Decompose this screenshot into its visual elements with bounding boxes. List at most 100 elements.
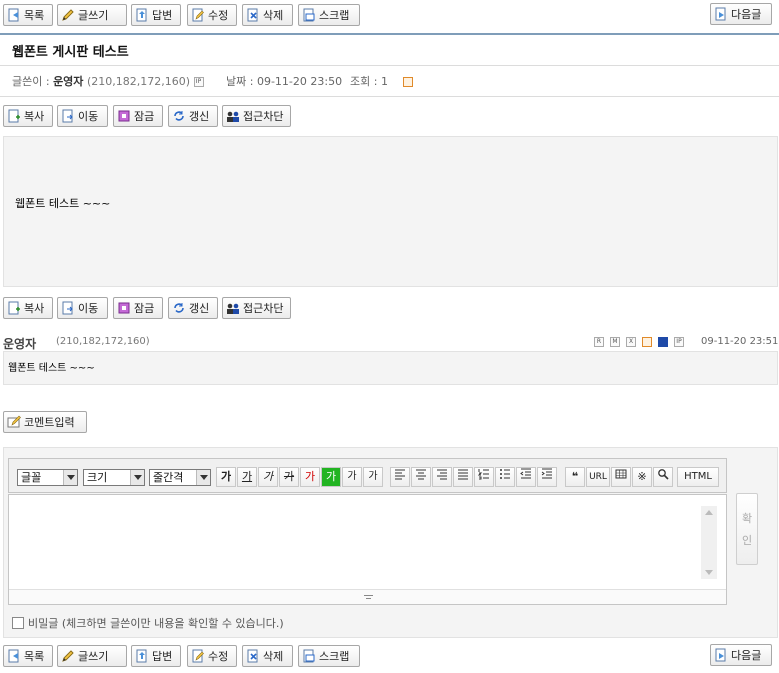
post-views: 1 [380,75,388,88]
lock-button[interactable]: 잠금 [113,105,163,127]
block-user-icon[interactable] [658,337,668,347]
copy-icon [7,109,21,123]
ordered-list-button[interactable] [474,467,494,487]
unordered-list-icon [500,469,510,479]
block-users-icon [226,301,240,315]
scrap-icon [302,649,316,663]
alarm-icon[interactable] [642,337,652,347]
move-button[interactable]: 이동 [57,105,108,127]
comment-content: 웹폰트 테스트 ~~~ [8,363,95,374]
delete-icon [246,649,260,663]
refresh-icon [172,109,186,123]
list-icon [7,649,21,663]
outdent-button[interactable] [516,467,536,487]
font-color-button[interactable]: 가 [300,467,320,487]
table-button[interactable] [611,467,631,487]
secret-checkbox[interactable] [12,617,24,629]
copy-button[interactable]: 복사 [3,297,53,319]
delete-comment-icon[interactable]: X [626,337,636,347]
resize-handle[interactable] [9,589,726,604]
scrap-icon [302,8,316,22]
bold-button[interactable]: 가 [216,467,236,487]
pencil-icon [61,649,75,663]
comment-body [3,351,778,385]
next-post-button[interactable]: 다음글 [710,644,772,666]
chevron-down-icon [63,470,77,485]
comment-textarea[interactable] [8,494,727,605]
comment-date: 09-11-20 23:51 [701,336,779,347]
quote-button[interactable]: ❝ [565,467,585,487]
delete-button[interactable]: 삭제 [242,645,293,667]
secret-label: 비밀글 (체크하면 글쓴이만 내용을 확인할 수 있습니다.) [28,617,284,630]
refresh-button[interactable]: 갱신 [168,297,218,319]
scrap-button[interactable]: 스크랩 [298,645,360,667]
scroll-down-icon[interactable] [705,570,713,575]
align-left-button[interactable] [390,467,410,487]
scroll-up-icon[interactable] [705,510,713,515]
write-button[interactable]: 글쓰기 [57,4,127,26]
strikethrough-button[interactable]: 가 [279,467,299,487]
reply-icon [135,8,149,22]
refresh-button[interactable]: 갱신 [168,105,218,127]
link-button[interactable]: URL [586,467,610,487]
font-select[interactable]: 글꼴 [17,469,78,486]
scrollbar[interactable] [701,506,717,579]
superscript-button[interactable]: 가 [342,467,362,487]
quote-icon: ❝ [571,470,579,483]
post-author[interactable]: 운영자 [53,75,83,88]
indent-button[interactable] [537,467,557,487]
comment-input-button[interactable]: 코멘트입력 [3,411,87,433]
unordered-list-button[interactable] [495,467,515,487]
align-center-button[interactable] [411,467,431,487]
align-center-icon [416,469,426,480]
special-char-button[interactable]: ※ [632,467,652,487]
search-icon [658,469,669,480]
next-icon [714,648,728,662]
alarm-icon[interactable] [403,77,414,87]
search-button[interactable] [653,467,673,487]
reply-button[interactable]: 답변 [131,4,181,26]
background-color-button[interactable]: 가 [321,467,341,487]
lock-button[interactable]: 잠금 [113,297,163,319]
scrap-button[interactable]: 스크랩 [298,4,360,26]
comment-edit-icon [7,415,21,429]
modify-comment-icon[interactable]: M [610,337,620,347]
underline-button[interactable]: 가 [237,467,257,487]
next-post-button[interactable]: 다음글 [710,3,772,25]
block-access-button[interactable]: 접근차단 [222,105,291,127]
align-left-icon [395,469,405,480]
copy-icon [7,301,21,315]
edit-button[interactable]: 수정 [187,645,237,667]
subscript-button[interactable]: 가 [363,467,383,487]
lock-icon [117,109,131,123]
next-icon [714,7,728,21]
ip-icon: IP [674,337,684,347]
delete-button[interactable]: 삭제 [242,4,293,26]
divider [0,96,779,97]
move-button[interactable]: 이동 [57,297,108,319]
align-right-button[interactable] [432,467,452,487]
list-button[interactable]: 목록 [3,645,53,667]
reply-button[interactable]: 답변 [131,645,181,667]
post-views-meta: 조회 : 1 [350,73,414,89]
block-access-button[interactable]: 접근차단 [222,297,291,319]
comment-author[interactable]: 운영자 [3,335,36,352]
html-mode-button[interactable]: HTML [677,467,719,487]
copy-button[interactable]: 복사 [3,105,53,127]
align-justify-button[interactable] [453,467,473,487]
move-icon [61,301,75,315]
edit-button[interactable]: 수정 [187,4,237,26]
line-spacing-select[interactable]: 줄간격 [149,469,211,486]
list-button[interactable]: 목록 [3,4,53,26]
move-icon [61,109,75,123]
post-date: 09-11-20 23:50 [256,75,343,88]
confirm-button[interactable]: 확 인 [736,493,758,565]
write-button[interactable]: 글쓰기 [57,645,127,667]
comment-ip: (210,182,172,160) [56,336,150,347]
edit-icon [191,649,205,663]
reply-comment-icon[interactable]: R [594,337,604,347]
italic-button[interactable]: 가 [258,467,278,487]
chevron-down-icon [196,470,210,485]
post-meta: 글쓴이 : 운영자 (210,182,172,160) IP [12,73,204,89]
size-select[interactable]: 크기 [83,469,145,486]
